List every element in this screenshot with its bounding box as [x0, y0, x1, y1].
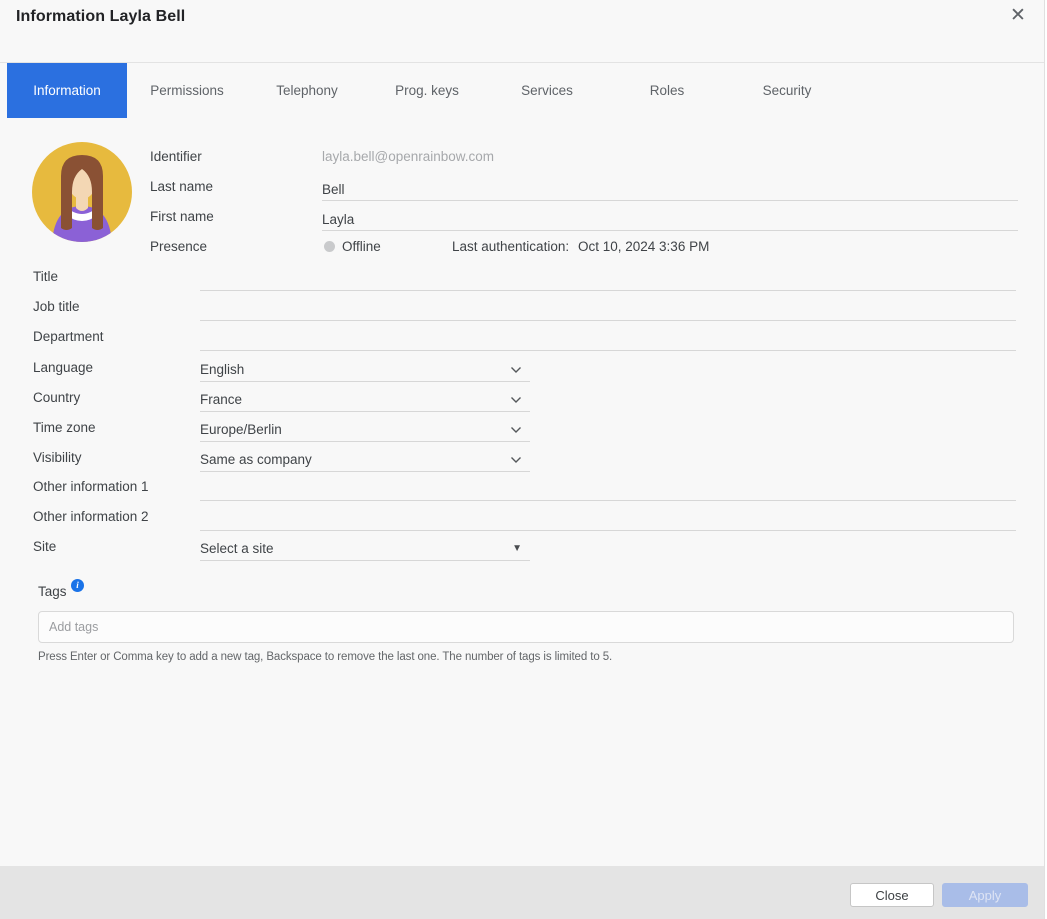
job-title-label: Job title — [33, 299, 80, 314]
visibility-value: Same as company — [200, 452, 312, 467]
other-information-2-label: Other information 2 — [33, 509, 149, 524]
other-information-2-input[interactable] — [200, 508, 1016, 531]
tab-bar: Information Permissions Telephony Prog. … — [0, 62, 1044, 117]
language-label: Language — [33, 360, 93, 375]
chevron-down-icon — [510, 366, 522, 374]
timezone-select[interactable]: Europe/Berlin — [200, 418, 530, 442]
tab-roles[interactable]: Roles — [607, 63, 727, 118]
other-information-1-input[interactable] — [200, 478, 1016, 501]
site-value: Select a site — [200, 541, 274, 556]
department-input[interactable] — [200, 328, 1016, 351]
timezone-value: Europe/Berlin — [200, 422, 282, 437]
dialog-footer: Close Apply — [0, 866, 1044, 919]
close-icon[interactable]: ✕ — [1006, 4, 1030, 28]
presence-offline-dot — [324, 241, 335, 252]
first-name-label: First name — [150, 209, 214, 224]
country-select[interactable]: France — [200, 388, 530, 412]
last-name-input[interactable] — [322, 178, 1018, 201]
language-select[interactable]: English — [200, 358, 530, 382]
last-name-label: Last name — [150, 179, 213, 194]
caret-down-icon: ▼ — [512, 543, 522, 554]
tags-label: Tags — [38, 584, 67, 599]
tab-prog-keys[interactable]: Prog. keys — [367, 63, 487, 118]
add-tags-input[interactable] — [38, 611, 1014, 643]
tab-telephony[interactable]: Telephony — [247, 63, 367, 118]
country-label: Country — [33, 390, 80, 405]
title-input[interactable] — [200, 268, 1016, 291]
site-select[interactable]: Select a site ▼ — [200, 537, 530, 561]
tab-security[interactable]: Security — [727, 63, 847, 118]
tags-help-text: Press Enter or Comma key to add a new ta… — [38, 651, 612, 663]
dialog-title: Information Layla Bell — [16, 8, 185, 26]
presence-status: Offline — [342, 239, 381, 254]
first-name-input[interactable] — [322, 208, 1018, 231]
tab-permissions[interactable]: Permissions — [127, 63, 247, 118]
user-info-dialog: Information Layla Bell ✕ Information Per… — [0, 0, 1045, 919]
avatar-image — [32, 142, 132, 242]
visibility-label: Visibility — [33, 450, 82, 465]
title-label: Title — [33, 269, 58, 284]
visibility-select[interactable]: Same as company — [200, 448, 530, 472]
language-value: English — [200, 362, 244, 377]
timezone-label: Time zone — [33, 420, 96, 435]
chevron-down-icon — [510, 426, 522, 434]
country-value: France — [200, 392, 242, 407]
info-icon[interactable]: i — [71, 579, 84, 592]
tab-services[interactable]: Services — [487, 63, 607, 118]
close-button[interactable]: Close — [850, 883, 934, 907]
department-label: Department — [33, 329, 104, 344]
identifier-value: layla.bell@openrainbow.com — [322, 149, 494, 164]
avatar — [32, 142, 132, 242]
apply-button[interactable]: Apply — [942, 883, 1028, 907]
last-authentication-label: Last authentication: — [452, 239, 569, 254]
tab-information[interactable]: Information — [7, 63, 127, 118]
chevron-down-icon — [510, 456, 522, 464]
presence-label: Presence — [150, 239, 207, 254]
other-information-1-label: Other information 1 — [33, 479, 149, 494]
job-title-input[interactable] — [200, 298, 1016, 321]
last-authentication-value: Oct 10, 2024 3:36 PM — [578, 239, 709, 254]
site-label: Site — [33, 539, 56, 554]
identifier-label: Identifier — [150, 149, 202, 164]
chevron-down-icon — [510, 396, 522, 404]
